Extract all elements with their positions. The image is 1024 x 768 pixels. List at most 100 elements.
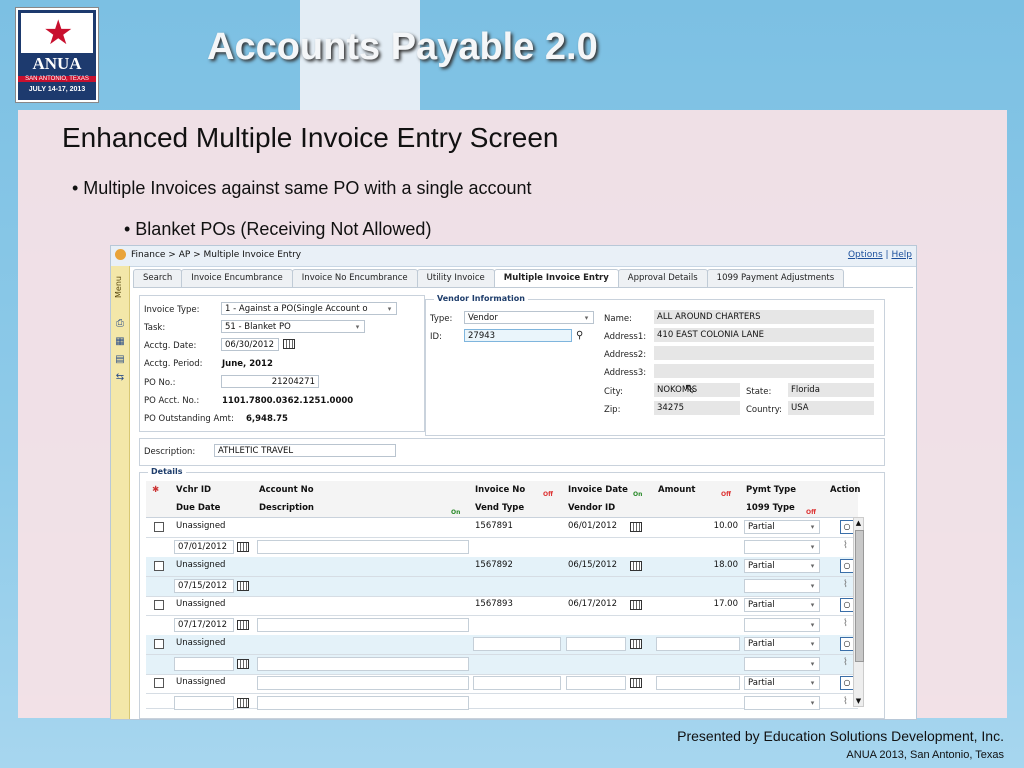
options-link[interactable]: Options: [848, 250, 883, 260]
invoice-date-field[interactable]: [566, 637, 626, 651]
scroll-up-icon[interactable]: ▲: [854, 518, 863, 528]
delete-all-icon[interactable]: ✱: [152, 485, 159, 495]
calendar-icon[interactable]: [630, 561, 642, 571]
1099-type-select[interactable]: ▾: [744, 696, 820, 710]
account-no-field[interactable]: [257, 676, 469, 690]
row-checkbox[interactable]: [154, 561, 164, 571]
paperclip-icon[interactable]: ⌇: [843, 540, 848, 551]
invoice-date-field[interactable]: [566, 676, 626, 690]
paperclip-icon[interactable]: ⌇: [843, 579, 848, 590]
pymt-type-select[interactable]: Partial ▾: [744, 637, 820, 651]
1099-type-select[interactable]: ▾: [744, 657, 820, 671]
breadcrumb: Finance > AP > Multiple Invoice Entry: [131, 250, 302, 260]
tab-1099-payment-adjustments[interactable]: 1099 Payment Adjustments: [706, 269, 845, 287]
1099-type-select[interactable]: ▾: [744, 618, 820, 632]
calendar-icon[interactable]: [237, 698, 249, 708]
amount-cell[interactable]: 10.00: [658, 521, 738, 531]
row-action-button[interactable]: ○: [840, 676, 854, 690]
chevron-down-icon: ▾: [810, 523, 815, 531]
invoice-type-select[interactable]: 1 - Against a PO(Single Account o ▾: [221, 302, 397, 315]
1099-type-select[interactable]: ▾: [744, 540, 820, 554]
paperclip-icon[interactable]: ⌇: [843, 696, 848, 707]
tab-utility-invoice[interactable]: Utility Invoice: [416, 269, 495, 287]
calendar-icon[interactable]: [237, 620, 249, 630]
calendar-icon[interactable]: [283, 339, 295, 349]
invoice-no-cell[interactable]: 1567893: [475, 599, 513, 609]
po-acct-value: 1101.7800.0362.1251.0000: [222, 396, 354, 406]
tab-invoice-no-encumbrance[interactable]: Invoice No Encumbrance: [291, 269, 418, 287]
invoice-date-cell[interactable]: 06/01/2012: [568, 521, 617, 531]
table-row-detail: 07/17/2012 ▾ ⌇: [146, 616, 858, 636]
paperclip-icon[interactable]: ⌇: [843, 657, 848, 668]
pymt-type-select[interactable]: Partial ▾: [744, 520, 820, 534]
amount-field[interactable]: [656, 637, 740, 651]
calendar-icon[interactable]: [630, 678, 642, 688]
calendar-icon[interactable]: [237, 659, 249, 669]
side-menu-label: Menu: [114, 276, 123, 298]
tab-multiple-invoice-entry[interactable]: Multiple Invoice Entry: [493, 269, 619, 287]
row-action-button[interactable]: ○: [840, 637, 854, 651]
invoice-no-field[interactable]: [473, 676, 561, 690]
calculator-icon[interactable]: ▤: [114, 354, 126, 365]
scroll-down-icon[interactable]: ▼: [854, 696, 863, 706]
amount-cell[interactable]: 17.00: [658, 599, 738, 609]
tab-search[interactable]: Search: [133, 269, 183, 287]
paperclip-icon[interactable]: ⌇: [843, 618, 848, 629]
invoice-no-cell[interactable]: 1567891: [475, 521, 513, 531]
export-icon[interactable]: ⇆: [114, 372, 126, 383]
calendar-icon[interactable]: [237, 542, 249, 552]
row-action-button[interactable]: ○: [840, 520, 854, 534]
due-date-field[interactable]: [174, 696, 234, 710]
invoice-no-field[interactable]: [473, 637, 561, 651]
due-date-field[interactable]: [174, 657, 234, 671]
po-no-field[interactable]: 21204271: [221, 375, 319, 388]
description-cell[interactable]: [257, 540, 469, 554]
report-icon[interactable]: ▦: [114, 336, 126, 347]
calendar-icon[interactable]: [630, 600, 642, 610]
invoice-no-cell[interactable]: 1567892: [475, 560, 513, 570]
invoice-date-cell[interactable]: 06/17/2012: [568, 599, 617, 609]
vendor-type-select[interactable]: Vendor ▾: [464, 311, 594, 324]
search-icon[interactable]: ⚲: [576, 330, 583, 341]
side-menu[interactable]: Menu ⎙ ▦ ▤ ⇆: [111, 266, 130, 719]
description-field[interactable]: ATHLETIC TRAVEL: [214, 444, 396, 457]
row-action-button[interactable]: ○: [840, 598, 854, 612]
row-checkbox[interactable]: [154, 600, 164, 610]
calendar-icon[interactable]: [630, 639, 642, 649]
pymt-type-select[interactable]: Partial ▾: [744, 676, 820, 690]
row-action-button[interactable]: ○: [840, 559, 854, 573]
task-select[interactable]: 51 - Blanket PO ▾: [221, 320, 365, 333]
print-icon[interactable]: ⎙: [114, 318, 126, 329]
amount-cell[interactable]: 18.00: [658, 560, 738, 570]
pymt-type-select[interactable]: Partial ▾: [744, 559, 820, 573]
pymt-type-select[interactable]: Partial ▾: [744, 598, 820, 612]
1099-type-select[interactable]: ▾: [744, 579, 820, 593]
row-checkbox[interactable]: [154, 678, 164, 688]
tab-invoice-encumbrance[interactable]: Invoice Encumbrance: [181, 269, 293, 287]
vchr-id-cell: Unassigned: [176, 677, 226, 687]
tab-approval-details[interactable]: Approval Details: [617, 269, 708, 287]
state-label: State:: [746, 387, 772, 397]
logo-name: ANUA: [32, 54, 82, 73]
invoice-date-cell[interactable]: 06/15/2012: [568, 560, 617, 570]
acctg-date-field[interactable]: 06/30/2012: [221, 338, 279, 351]
row-checkbox[interactable]: [154, 639, 164, 649]
link-separator: |: [885, 250, 889, 260]
calendar-icon[interactable]: [237, 581, 249, 591]
calendar-icon[interactable]: [630, 522, 642, 532]
scroll-thumb[interactable]: [855, 530, 864, 662]
due-date-field[interactable]: 07/17/2012: [174, 618, 234, 632]
help-link[interactable]: Help: [891, 250, 912, 260]
amount-field[interactable]: [656, 676, 740, 690]
details-scrollbar[interactable]: ▲ ▼: [853, 517, 864, 707]
description-cell[interactable]: [257, 696, 469, 710]
due-date-field[interactable]: 07/01/2012: [174, 540, 234, 554]
zip-value: 34275: [654, 401, 740, 415]
row-checkbox[interactable]: [154, 522, 164, 532]
description-cell[interactable]: [257, 618, 469, 632]
vendor-id-field[interactable]: 27943: [464, 329, 572, 342]
pymt-type-value: Partial: [748, 639, 775, 649]
due-date-field[interactable]: 07/15/2012: [174, 579, 234, 593]
chevron-down-icon: ▾: [810, 562, 815, 570]
description-cell[interactable]: [257, 657, 469, 671]
